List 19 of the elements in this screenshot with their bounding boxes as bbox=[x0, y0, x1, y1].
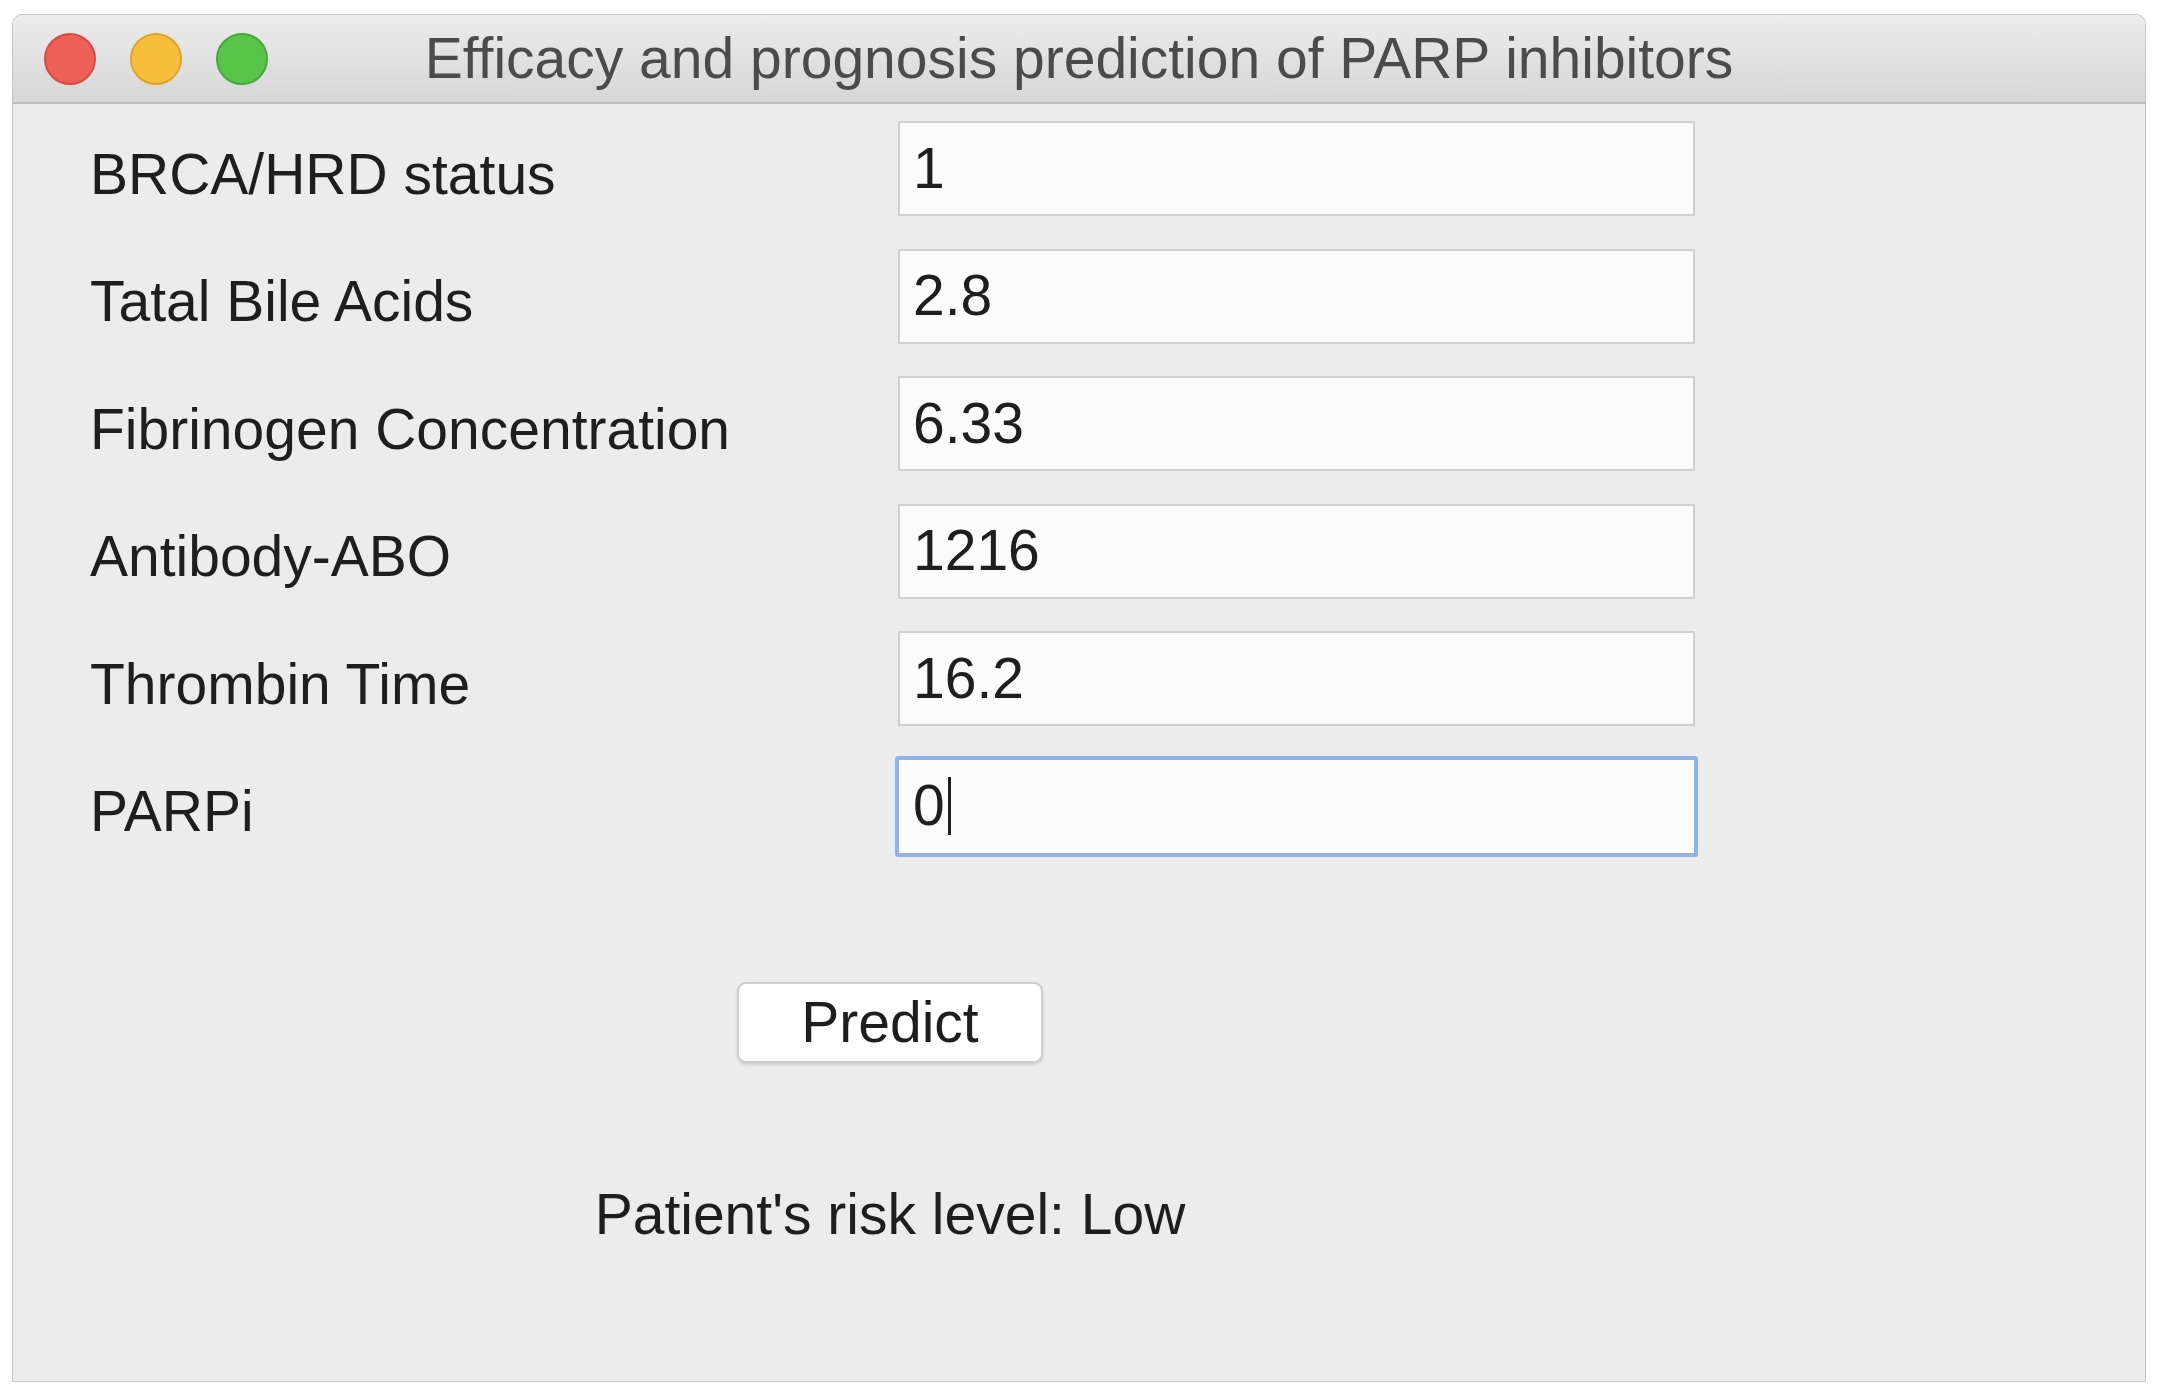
field-label: Fibrinogen Concentration bbox=[90, 396, 732, 463]
text-cursor-icon bbox=[947, 777, 951, 835]
field-label: Antibody-ABO bbox=[90, 524, 453, 590]
field-label: PARPi bbox=[90, 779, 255, 845]
input-field[interactable]: 2.8 bbox=[898, 248, 1695, 344]
field-label: BRCA/HRD status bbox=[90, 141, 557, 208]
window-title: Efficacy and prognosis prediction of PARP inhibitors bbox=[424, 25, 1734, 92]
predict-button[interactable]: Predict bbox=[737, 981, 1043, 1063]
field-label: Thrombin Time bbox=[90, 651, 472, 718]
result-text: Patient's risk level: Low bbox=[594, 1180, 1186, 1248]
window-minimize-icon[interactable] bbox=[130, 32, 182, 85]
input-field[interactable]: 6.33 bbox=[898, 376, 1695, 471]
window-close-icon[interactable] bbox=[44, 32, 96, 85]
input-field[interactable]: 0 bbox=[895, 755, 1698, 857]
input-field[interactable]: 1216 bbox=[898, 503, 1695, 599]
input-field[interactable]: 16.2 bbox=[898, 631, 1695, 726]
input-field[interactable]: 1 bbox=[898, 121, 1695, 216]
field-label: Tatal Bile Acids bbox=[90, 269, 475, 335]
window-zoom-icon[interactable] bbox=[216, 32, 268, 85]
